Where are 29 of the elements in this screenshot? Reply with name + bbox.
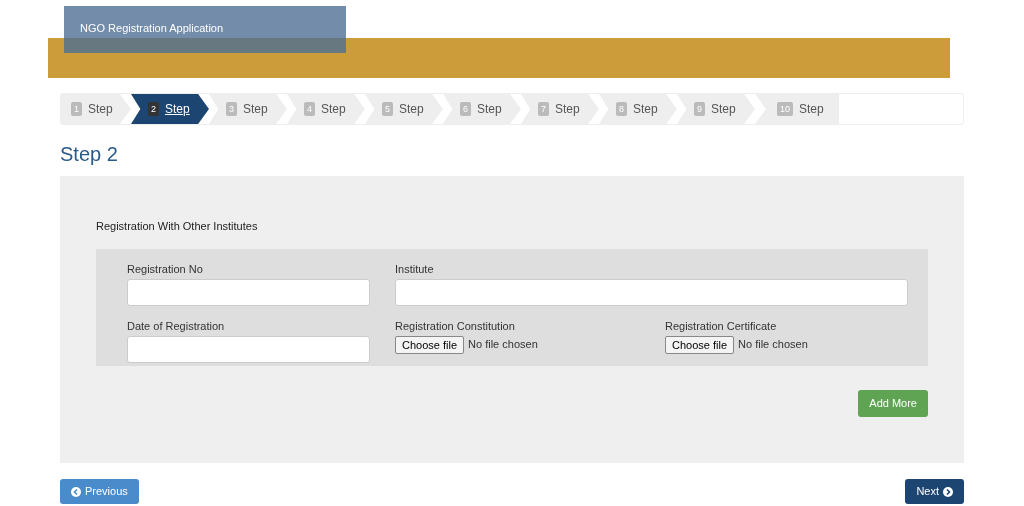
choose-file-button[interactable]: Choose file [395,335,465,354]
step-tab[interactable]: 2 Step [131,94,209,124]
step-tab[interactable]: 10 Step [755,94,839,124]
step-tab[interactable]: 6 Step [443,94,521,124]
input-field[interactable] [127,335,370,363]
step-heading: Step 2 [60,142,118,166]
step-tab[interactable]: 7 Step [521,94,599,124]
step-tab[interactable]: 3 Step [209,94,287,124]
chevron-right-icon [943,486,953,497]
input-field[interactable] [395,278,908,306]
step-tab[interactable]: 5 Step [365,94,443,124]
step-tab[interactable]: 4 Step [287,94,365,124]
choose-file-button[interactable]: Choose file [665,335,735,354]
previous-button[interactable]: Previous [60,479,139,504]
input-field[interactable] [127,278,370,306]
field-label: Registration Constitution [395,318,516,333]
step-tab[interactable]: 1 Step [61,94,131,124]
app-title: NGO Registration Application [80,21,224,37]
field-label: Registration Certificate [665,318,778,333]
step-tab[interactable]: 9 Step [677,94,755,124]
section-title: Registration With Other Institutes [96,219,258,234]
field-label: Institute [395,261,435,276]
chevron-left-icon [71,486,81,497]
next-button[interactable]: Next [905,479,964,504]
field-label: Registration No [127,261,204,276]
field-label: Date of Registration [127,318,226,333]
file-status: No file chosen [738,337,808,353]
file-status: No file chosen [468,337,538,353]
step-tab[interactable]: 8 Step [599,94,677,124]
